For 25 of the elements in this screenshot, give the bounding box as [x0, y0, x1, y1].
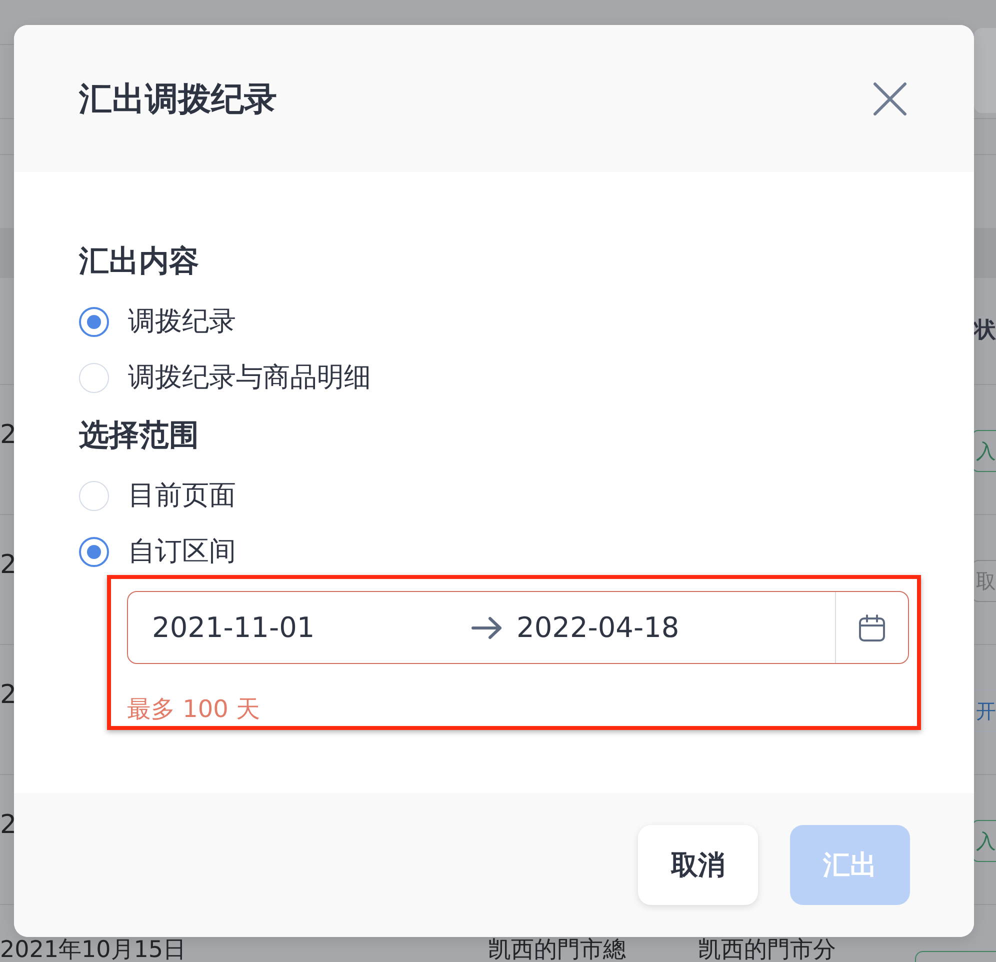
radio-label[interactable]: 调拨纪录	[128, 304, 236, 340]
radio-button[interactable]	[79, 537, 109, 567]
store-text: 凯西的門市分	[698, 938, 836, 962]
arrow-right-icon	[470, 616, 502, 640]
radio-button[interactable]	[79, 307, 109, 337]
dialog-title: 汇出调拨纪录	[79, 78, 277, 120]
start-date-value[interactable]: 2021-11-01	[128, 610, 470, 646]
section-title: 选择范围	[79, 418, 199, 454]
column-header: 状	[974, 317, 996, 345]
date-text: 2	[0, 419, 17, 451]
date-text: 2021年10月15日	[0, 938, 186, 962]
radio-label[interactable]: 目前页面	[128, 478, 236, 514]
date-text: 2	[0, 809, 17, 841]
cancel-button[interactable]: 取消	[638, 825, 758, 905]
close-icon[interactable]	[873, 82, 907, 116]
store-text: 凯西的門市總	[488, 938, 626, 962]
date-text: 2	[0, 549, 17, 581]
section-title: 汇出内容	[79, 244, 199, 280]
hint-text: 最多 100 天	[127, 694, 260, 724]
end-date-value[interactable]: 2022-04-18	[502, 610, 835, 646]
radio-label[interactable]: 调拨纪录与商品明细	[128, 360, 371, 396]
date-range-field[interactable]: 2021-11-01 2022-04-18	[127, 591, 909, 664]
calendar-icon[interactable]	[858, 614, 886, 642]
radio-label[interactable]: 自订区间	[128, 534, 236, 570]
date-text: 2	[0, 679, 17, 711]
